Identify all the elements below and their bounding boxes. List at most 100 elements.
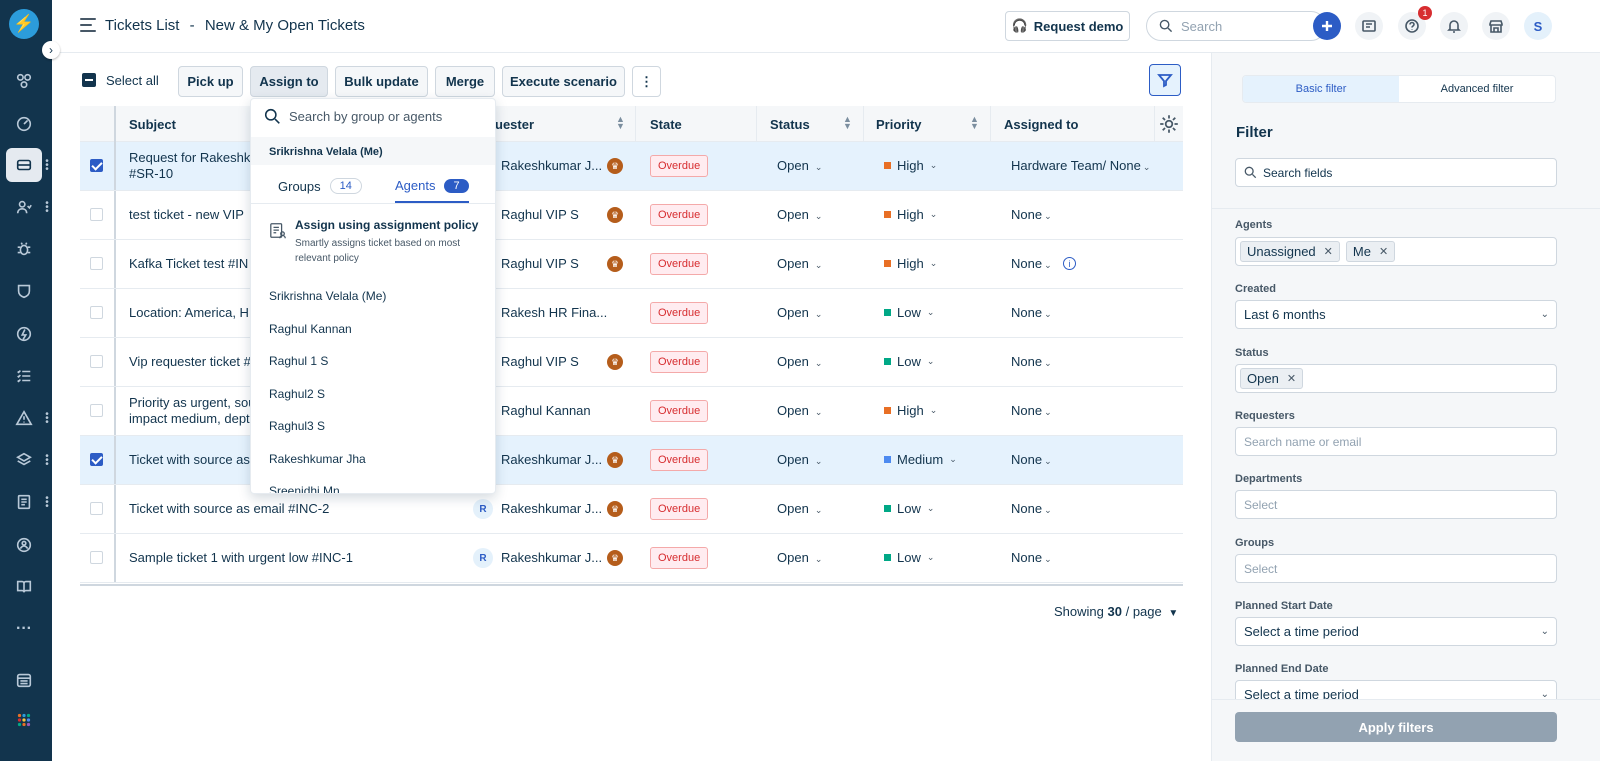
priority-dropdown[interactable]: Low ⌄ (884, 305, 934, 320)
assigned-to-dropdown[interactable]: None ⌄ (1011, 305, 1052, 320)
nav-changes-icon[interactable] (6, 274, 42, 308)
nav-people-icon[interactable] (6, 528, 42, 562)
nav-more-icon[interactable]: ··· (6, 612, 42, 646)
nav-solutions-icon[interactable] (6, 570, 42, 604)
filter-toggle-button[interactable] (1149, 64, 1181, 96)
row-checkbox[interactable] (90, 502, 103, 515)
status-dropdown[interactable]: Open ⌄ (777, 452, 822, 467)
agents-filter-field[interactable]: Unassigned ✕ Me ✕ (1235, 237, 1557, 266)
table-row[interactable]: Request for Rakeshku #SR-10 Rakeshkumar J… (80, 142, 1183, 191)
status-dropdown[interactable]: Open ⌄ (777, 305, 822, 320)
app-switcher-icon[interactable] (6, 703, 42, 737)
nav-calendar-icon[interactable] (6, 663, 42, 697)
column-settings-gear-icon[interactable] (1158, 113, 1180, 135)
sort-icon[interactable]: ▲ ▼ (970, 115, 979, 131)
bulk-update-button[interactable]: Bulk update (335, 66, 428, 97)
nav-more-dots[interactable]: • • • (45, 410, 49, 428)
row-checkbox[interactable] (90, 208, 103, 221)
tab-agents[interactable]: Agents 7 (395, 178, 469, 193)
agent-option[interactable]: Raghul Kannan (269, 322, 352, 336)
priority-dropdown[interactable]: Low ⌄ (884, 501, 934, 516)
table-row[interactable]: Priority as urgent, sou impact medium, de… (80, 387, 1183, 436)
view-selector[interactable]: New & My Open Tickets (205, 17, 365, 34)
new-item-plus-icon[interactable] (1313, 12, 1341, 40)
status-dropdown[interactable]: Open ⌄ (777, 256, 822, 271)
ticket-subject[interactable]: Sample ticket 1 with urgent low #INC-1 (129, 550, 429, 566)
requester-name[interactable]: Raghul VIP S (501, 354, 579, 369)
ticket-subject[interactable]: Ticket with source as email #INC-2 (129, 501, 429, 517)
freshservice-logo-icon[interactable]: ⚡ (9, 9, 39, 39)
current-user-header[interactable]: Srikrishna Velala (Me) (251, 137, 495, 165)
assignee-search[interactable] (264, 108, 489, 125)
col-status[interactable]: Status (770, 117, 810, 132)
table-row[interactable]: Kafka Ticket test #IN Raghul VIP S ♛ Ove… (80, 240, 1183, 289)
nav-alerts-icon[interactable] (6, 401, 42, 435)
status-filter-field[interactable]: Open ✕ (1235, 364, 1557, 393)
requester-name[interactable]: Raghul VIP S (501, 207, 579, 222)
requesters-filter-field[interactable]: Search name or email (1235, 427, 1557, 456)
priority-dropdown[interactable]: High ⌄ (884, 207, 937, 222)
groups-filter-field[interactable]: Select (1235, 554, 1557, 583)
planned-start-select[interactable]: Select a time period ⌄ (1235, 617, 1557, 646)
assigned-to-dropdown[interactable]: None ⌄ (1011, 550, 1052, 565)
row-checkbox[interactable] (90, 355, 103, 368)
requester-name[interactable]: Rakeshkumar J... (501, 158, 602, 173)
remove-tag-icon[interactable]: ✕ (1287, 372, 1296, 385)
agent-option[interactable]: Raghul2 S (269, 387, 325, 401)
requester-name[interactable]: Raghul VIP S (501, 256, 579, 271)
row-checkbox[interactable] (90, 551, 103, 564)
status-dropdown[interactable]: Open ⌄ (777, 550, 822, 565)
assigned-to-dropdown[interactable]: None ⌄ (1011, 501, 1052, 516)
nav-more-dots[interactable]: • • • (45, 199, 49, 217)
table-row[interactable]: Sample ticket 1 with urgent low #INC-1 R… (80, 534, 1183, 583)
nav-contracts-icon[interactable] (6, 485, 42, 519)
nav-more-dots[interactable]: • • • (45, 494, 49, 512)
assigned-to-dropdown[interactable]: None ⌄ (1011, 452, 1052, 467)
nav-users-icon[interactable] (6, 190, 42, 224)
assigned-to-dropdown[interactable]: None ⌄ (1011, 256, 1052, 271)
table-row[interactable]: Vip requester ticket # Raghul VIP S ♛ Ov… (80, 338, 1183, 387)
info-icon[interactable]: i (1063, 257, 1076, 270)
pagination-size[interactable]: Showing 30 / page ▼ (1054, 604, 1178, 619)
nav-tickets-icon[interactable] (6, 148, 42, 182)
filter-fields-search-input[interactable] (1263, 165, 1523, 180)
nav-dashboard-icon[interactable] (6, 64, 42, 98)
assigned-to-dropdown[interactable]: None ⌄ (1011, 354, 1052, 369)
col-subject[interactable]: Subject (129, 117, 176, 132)
status-dropdown[interactable]: Open ⌄ (777, 354, 822, 369)
sort-icon[interactable]: ▲ ▼ (616, 115, 625, 131)
global-search-input[interactable] (1181, 18, 1301, 34)
assign-using-policy-option[interactable]: Assign using assignment policy Smartly a… (263, 214, 485, 272)
apply-filters-button[interactable]: Apply filters (1235, 712, 1557, 742)
col-priority[interactable]: Priority (876, 117, 922, 132)
created-filter-select[interactable]: Last 6 months ⌄ (1235, 300, 1557, 329)
table-row[interactable]: test ticket - new VIP Raghul VIP S ♛ Ove… (80, 191, 1183, 240)
tab-basic-filter[interactable]: Basic filter (1243, 76, 1399, 102)
tab-advanced-filter[interactable]: Advanced filter (1399, 76, 1555, 102)
priority-dropdown[interactable]: Low ⌄ (884, 550, 934, 565)
sidebar-expand-chevron-icon[interactable]: › (42, 41, 60, 59)
table-row[interactable]: Location: America, HF Rakesh HR Fina... … (80, 289, 1183, 338)
status-dropdown[interactable]: Open ⌄ (777, 501, 822, 516)
requester-name[interactable]: Rakeshkumar J... (501, 452, 602, 467)
nav-releases-icon[interactable] (6, 317, 42, 351)
status-dropdown[interactable]: Open ⌄ (777, 158, 822, 173)
row-checkbox[interactable] (90, 306, 103, 319)
user-avatar[interactable]: S (1524, 12, 1552, 40)
agent-option[interactable]: Srikrishna Velala (Me) (269, 289, 386, 303)
agent-option[interactable]: Sreenidhi Mn (269, 484, 340, 493)
requester-name[interactable]: Rakeshkumar J... (501, 550, 602, 565)
assigned-to-dropdown[interactable]: None ⌄ (1011, 207, 1052, 222)
nav-analytics-icon[interactable] (6, 107, 42, 141)
col-requester[interactable]: uester (495, 117, 534, 132)
assign-to-button[interactable]: Assign to (250, 66, 328, 97)
nav-tasks-icon[interactable] (6, 359, 42, 393)
priority-dropdown[interactable]: High ⌄ (884, 403, 937, 418)
requester-name[interactable]: Rakeshkumar J... (501, 501, 602, 516)
nav-problems-icon[interactable] (6, 232, 42, 266)
assignee-search-input[interactable] (289, 109, 489, 124)
select-all-checkbox[interactable] (82, 73, 96, 87)
merge-button[interactable]: Merge (435, 66, 495, 97)
sort-icon[interactable]: ▲ ▼ (843, 115, 852, 131)
nav-more-dots[interactable]: • • • (45, 452, 49, 470)
